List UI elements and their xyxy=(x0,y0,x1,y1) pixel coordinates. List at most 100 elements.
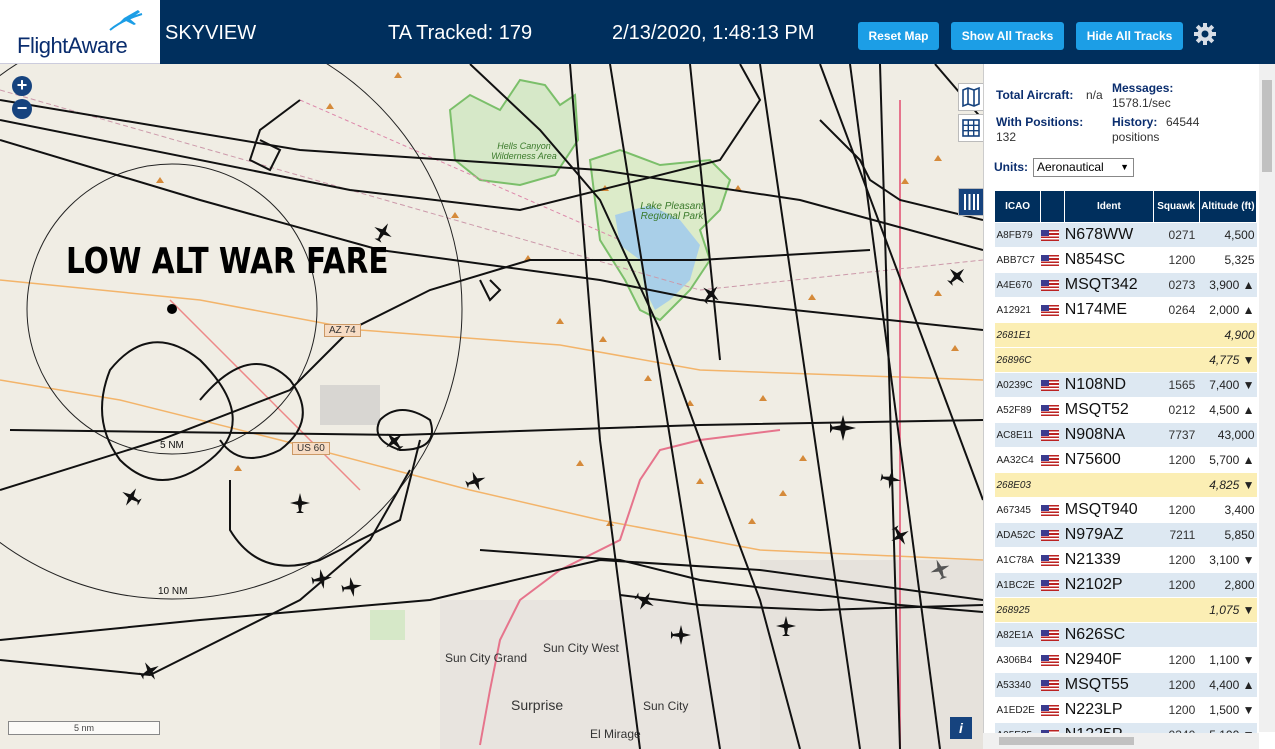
table-row[interactable]: A82E1A N626SC xyxy=(994,622,1257,648)
table-row[interactable]: A53340 MSQT55 1200 4,400 ▲ xyxy=(994,672,1257,698)
zoom-in-button[interactable]: + xyxy=(12,76,32,96)
map-view[interactable]: + − LOW ALT WAR FARE AZ 74 US 60 Hells C… xyxy=(0,64,983,749)
units-select[interactable]: Aeronautical ▼ xyxy=(1033,158,1134,177)
current-datetime: 2/13/2020, 1:48:13 PM xyxy=(612,22,815,44)
aircraft-icon xyxy=(830,415,856,441)
cell-altitude: 5,700 ▲ xyxy=(1199,447,1257,473)
us-flag-icon xyxy=(1040,554,1059,566)
cell-ident xyxy=(1064,472,1154,498)
tracked-count: TA Tracked: 179 xyxy=(388,22,533,44)
road-label-az74: AZ 74 xyxy=(324,324,361,337)
hide-all-tracks-button[interactable]: Hide All Tracks xyxy=(1076,22,1183,50)
cell-flag xyxy=(1040,447,1065,473)
cell-icao: A1C78A xyxy=(994,547,1041,573)
column-header-flag[interactable] xyxy=(1040,190,1066,223)
columns-icon[interactable] xyxy=(958,188,983,216)
table-row[interactable]: A0239C N108ND 1565 7,400 ▼ xyxy=(994,372,1257,398)
cell-flag xyxy=(1040,547,1065,573)
table-row[interactable]: A52F89 MSQT52 0212 4,500 ▲ xyxy=(994,397,1257,423)
cell-squawk: 1565 xyxy=(1153,372,1200,398)
table-row[interactable]: A1BC2E N2102P 1200 2,800 xyxy=(994,572,1257,598)
show-all-tracks-button[interactable]: Show All Tracks xyxy=(951,22,1064,50)
cell-icao: 268925 xyxy=(994,597,1041,623)
reset-map-button[interactable]: Reset Map xyxy=(858,22,939,50)
column-header-altitude[interactable]: Altitude (ft) xyxy=(1198,190,1258,223)
us-flag-icon xyxy=(1040,379,1059,391)
us-flag-icon xyxy=(1040,704,1059,716)
park-label-lake-pleasant: Lake Pleasant Regional Park xyxy=(640,201,704,222)
total-aircraft-value: n/a xyxy=(1086,88,1103,102)
cell-altitude: 3,400 xyxy=(1199,497,1257,523)
table-row[interactable]: A4E670 MSQT342 0273 3,900 ▲ xyxy=(994,272,1257,298)
table-row[interactable]: AA32C4 N75600 1200 5,700 ▲ xyxy=(994,447,1257,473)
cell-ident: N2940F xyxy=(1064,647,1154,673)
receiver-location xyxy=(167,304,177,314)
cell-altitude: 1,500 ▼ xyxy=(1199,697,1257,723)
cell-flag xyxy=(1040,272,1065,298)
table-row[interactable]: A12921 N174ME 0264 2,000 ▲ xyxy=(994,297,1257,323)
cell-icao: A306B4 xyxy=(994,647,1041,673)
zoom-out-button[interactable]: − xyxy=(12,99,32,119)
range-label-10nm: 10 NM xyxy=(158,586,188,597)
cell-icao: A52F89 xyxy=(994,397,1041,423)
cell-squawk xyxy=(1153,622,1200,648)
cell-squawk: 1200 xyxy=(1153,697,1200,723)
map-canvas[interactable] xyxy=(0,64,983,749)
table-row[interactable]: 26896C 4,775 ▼ xyxy=(994,347,1257,373)
cell-squawk: 0271 xyxy=(1153,222,1200,248)
cell-flag xyxy=(1040,372,1065,398)
column-header-icao[interactable]: ICAO xyxy=(993,190,1042,223)
table-row[interactable]: A1ED2E N223LP 1200 1,500 ▼ xyxy=(994,697,1257,723)
grid-icon[interactable] xyxy=(958,114,983,142)
table-row[interactable]: A8FB79 N678WW 0271 4,500 xyxy=(994,222,1257,248)
aircraft-icon xyxy=(701,286,719,305)
column-header-squawk[interactable]: Squawk xyxy=(1152,190,1200,223)
cell-altitude: 4,825 ▼ xyxy=(1199,472,1257,498)
flightaware-logo[interactable]: FlightAware xyxy=(0,0,160,64)
cell-ident: MSQT940 xyxy=(1064,497,1154,523)
vertical-scroll-thumb[interactable] xyxy=(1262,80,1272,172)
cell-ident: N626SC xyxy=(1064,622,1154,648)
table-row[interactable]: A67345 MSQT940 1200 3,400 xyxy=(994,497,1257,523)
road xyxy=(0,379,983,561)
cell-altitude: 4,500 xyxy=(1199,222,1257,248)
aircraft-table: ICAO Ident Squawk Altitude (ft) A8FB79 N6… xyxy=(993,190,1258,748)
map-layers-icon[interactable] xyxy=(958,83,983,111)
industrial-area xyxy=(320,385,380,425)
info-button[interactable]: i xyxy=(950,717,972,739)
cell-squawk: 1200 xyxy=(1153,672,1200,698)
cell-altitude xyxy=(1199,622,1257,648)
table-row[interactable]: 268E03 4,825 ▼ xyxy=(994,472,1257,498)
cell-altitude: 2,800 xyxy=(1199,572,1257,598)
map-scale-bar: 5 nm xyxy=(8,721,160,735)
logo-text: FlightAware xyxy=(17,33,128,58)
cell-squawk: 0264 xyxy=(1153,297,1200,323)
us-flag-icon xyxy=(1040,454,1059,466)
horizontal-scroll-thumb[interactable] xyxy=(999,737,1134,745)
cell-flag xyxy=(1040,472,1065,498)
us-flag-icon xyxy=(1040,229,1059,241)
table-row[interactable]: 2681E1 4,900 xyxy=(994,322,1257,348)
cell-ident: N979AZ xyxy=(1064,522,1154,548)
cell-ident: N174ME xyxy=(1064,297,1154,323)
table-row[interactable]: A306B4 N2940F 1200 1,100 ▼ xyxy=(994,647,1257,673)
messages-value: 1578.1/sec xyxy=(1112,96,1171,110)
us-flag-icon xyxy=(1040,529,1059,541)
cell-ident: N2102P xyxy=(1064,572,1154,598)
place-label-sun-city: Sun City xyxy=(643,699,689,713)
table-row[interactable]: AC8E11 N908NA 7737 43,000 xyxy=(994,422,1257,448)
cell-icao: A67345 xyxy=(994,497,1041,523)
cell-squawk: 0212 xyxy=(1153,397,1200,423)
gear-icon[interactable] xyxy=(1193,22,1217,46)
table-row[interactable]: 268925 1,075 ▼ xyxy=(994,597,1257,623)
cell-ident: MSQT52 xyxy=(1064,397,1154,423)
table-row[interactable]: ADA52C N979AZ 7211 5,850 xyxy=(994,522,1257,548)
table-row[interactable]: ABB7C7 N854SC 1200 5,325 xyxy=(994,247,1257,273)
cell-icao: A8FB79 xyxy=(994,222,1041,248)
cell-squawk xyxy=(1153,322,1200,348)
table-row[interactable]: A1C78A N21339 1200 3,100 ▼ xyxy=(994,547,1257,573)
cell-flag xyxy=(1040,597,1065,623)
units-label: Units: xyxy=(994,160,1028,174)
column-header-ident[interactable]: Ident xyxy=(1064,190,1154,223)
cell-flag xyxy=(1040,497,1065,523)
